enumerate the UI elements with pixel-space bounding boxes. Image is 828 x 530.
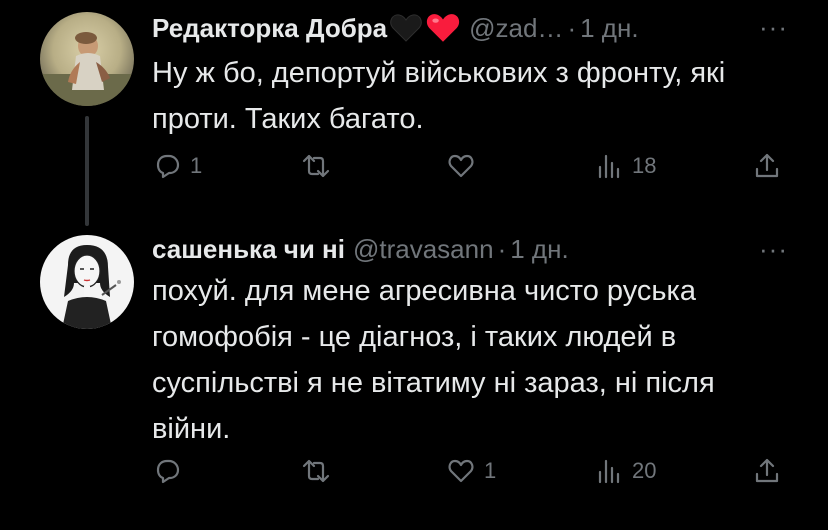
tweet-header: Редакторка Добра @zad… · 1 дн. ··· (152, 12, 788, 44)
author-name[interactable]: сашенька чи ні (152, 234, 345, 264)
like-button[interactable] (446, 146, 484, 186)
black-heart-icon (389, 13, 423, 43)
reply-button[interactable]: 1 (152, 146, 202, 186)
tweet-header: сашенька чи ні @travasann · 1 дн. ··· (152, 234, 788, 264)
like-button[interactable]: 1 (446, 451, 496, 491)
like-count: 1 (484, 458, 497, 483)
more-icon[interactable]: ··· (759, 234, 788, 264)
views-count: 18 (632, 153, 657, 178)
reply-icon (156, 154, 180, 179)
tweet[interactable]: сашенька чи ні @travasann · 1 дн. ··· по… (0, 225, 828, 530)
tweet-text: похуй. для мене агресивна чисто руська г… (152, 275, 715, 445)
avatar-drawing-image (40, 235, 134, 329)
reply-icon (156, 459, 180, 484)
views-button[interactable]: 20 (594, 451, 656, 491)
reply-count: 1 (190, 153, 203, 178)
tweet[interactable]: Редакторка Добра @zad… · 1 дн. ··· Ну ж … (0, 0, 828, 226)
views-icon (598, 459, 620, 484)
author-handle[interactable]: @travasann (353, 234, 494, 264)
retweet-button[interactable] (301, 451, 339, 491)
avatar[interactable] (40, 12, 134, 106)
separator-dot: · (567, 13, 577, 43)
like-icon (448, 459, 474, 483)
timestamp[interactable]: 1 дн. (580, 13, 638, 43)
views-icon (598, 154, 620, 179)
share-button[interactable] (752, 451, 782, 491)
share-icon (755, 153, 779, 178)
red-heart-icon (425, 12, 461, 44)
tweet-actions: 1 18 (0, 146, 828, 186)
share-button[interactable] (752, 146, 782, 186)
retweet-icon (302, 154, 330, 178)
views-button[interactable]: 18 (594, 146, 656, 186)
separator-dot: · (497, 234, 507, 264)
more-icon[interactable]: ··· (759, 12, 788, 42)
author-name[interactable]: Редакторка Добра (152, 13, 387, 43)
share-icon (755, 458, 779, 483)
avatar[interactable] (40, 235, 134, 329)
author-handle[interactable]: @zad… (469, 13, 563, 43)
retweet-icon (302, 459, 330, 483)
reply-button[interactable] (152, 451, 190, 491)
tweet-actions: 1 20 (0, 451, 828, 491)
views-count: 20 (632, 458, 657, 483)
timestamp[interactable]: 1 дн. (510, 234, 568, 264)
avatar-painting-image (40, 12, 134, 106)
like-icon (448, 154, 474, 178)
tweet-text: Ну ж бо, депортуй військових з фронту, я… (152, 57, 726, 135)
retweet-button[interactable] (301, 146, 339, 186)
